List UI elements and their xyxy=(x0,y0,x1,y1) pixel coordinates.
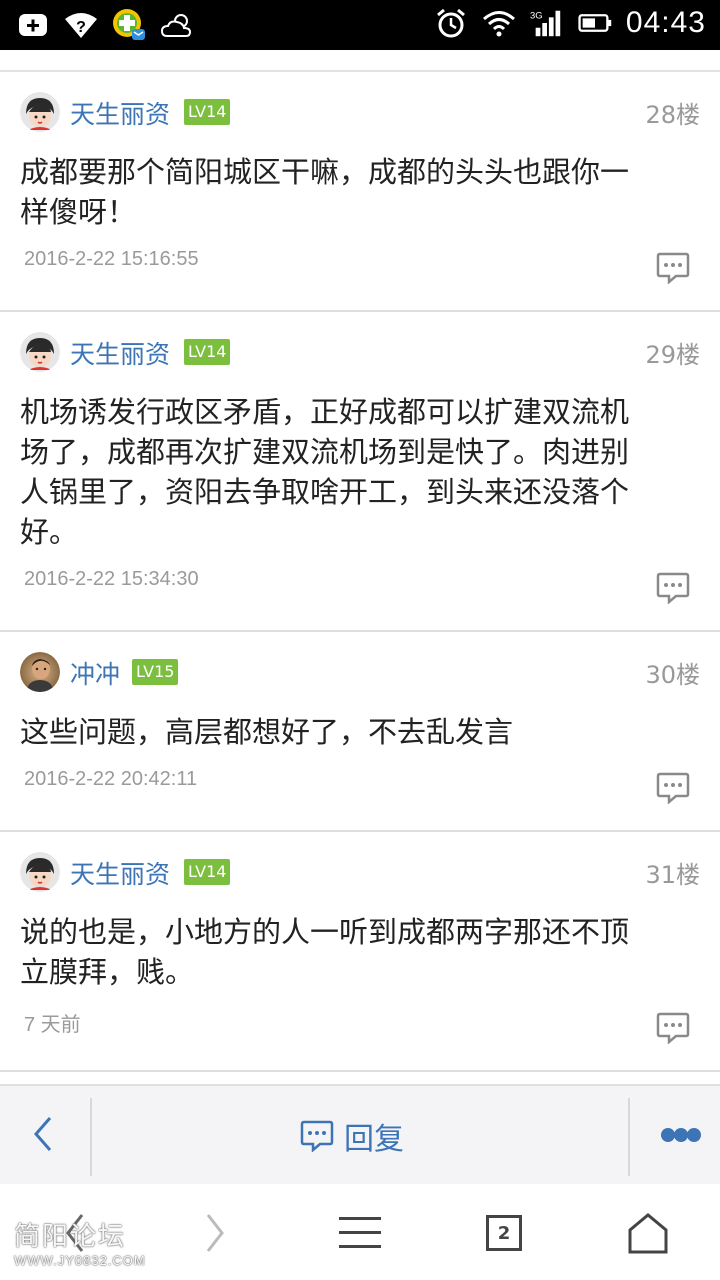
divider xyxy=(628,1098,630,1176)
reply-header: 天生丽资 LV14 28楼 xyxy=(20,92,700,134)
avatar[interactable] xyxy=(20,332,60,372)
level-badge: LV14 xyxy=(184,339,231,365)
status-bar: ? 3G 04:43 xyxy=(0,0,720,50)
cell-signal-icon: 3G xyxy=(530,6,564,40)
add-notification-icon xyxy=(16,8,50,42)
divider xyxy=(90,1098,92,1176)
username-link[interactable]: 天生丽资 xyxy=(70,335,170,371)
avatar[interactable] xyxy=(20,852,60,892)
chevron-right-icon xyxy=(206,1214,224,1252)
forum-watermark: 简阳论坛 WWW.JY0832.COM xyxy=(14,1216,146,1268)
reply-text-line: 场了，成都再次扩建双流机场到是快了。肉进别 xyxy=(20,435,630,469)
browser-nav-bar: 2 简阳论坛 WWW.JY0832.COM xyxy=(0,1184,720,1280)
reply-time: 2016-2-22 15:34:30 xyxy=(24,568,199,590)
avatar[interactable] xyxy=(20,92,60,132)
svg-text:3G: 3G xyxy=(530,10,543,21)
browser-home-button[interactable] xyxy=(623,1208,673,1258)
wifi-question-icon: ? xyxy=(64,8,98,42)
svg-text:?: ? xyxy=(76,19,86,36)
reply-item: 天生丽资 LV14 28楼 成都要那个简阳城区干嘛，成都的头头也跟你一 样傻呀！… xyxy=(0,72,720,312)
reply-text-line: 好。 xyxy=(20,515,79,549)
watermark-url: WWW.JY0832.COM xyxy=(14,1253,146,1268)
wifi-icon xyxy=(482,6,516,40)
reply-item: 天生丽资 LV14 31楼 说的也是，小地方的人一听到成都两字那还不顶 立膜拜，… xyxy=(0,832,720,1072)
reply-header: 冲冲 LV15 30楼 xyxy=(20,652,700,694)
app-update-icon xyxy=(112,8,146,42)
level-badge: LV14 xyxy=(184,859,231,885)
back-arrow-icon[interactable] xyxy=(28,1112,58,1156)
tab-count: 2 xyxy=(486,1215,522,1251)
comment-icon[interactable] xyxy=(656,572,690,604)
weather-cloud-icon xyxy=(160,8,194,42)
reply-text-line: 人锅里了，资阳去争取啥开工，到头来还没落个 xyxy=(20,475,630,509)
browser-tabs-button[interactable]: 2 xyxy=(479,1208,529,1258)
more-options-icon[interactable] xyxy=(660,1126,702,1144)
reply-header: 天生丽资 LV14 29楼 xyxy=(20,332,700,374)
comment-icon[interactable] xyxy=(656,772,690,804)
browser-forward-button[interactable] xyxy=(190,1208,240,1258)
reply-content: 说的也是，小地方的人一听到成都两字那还不顶 立膜拜，贱。 xyxy=(20,912,700,992)
reply-text-line: 立膜拜，贱。 xyxy=(20,955,195,989)
reply-content: 这些问题，高层都想好了，不去乱发言 xyxy=(20,712,700,752)
username-link[interactable]: 天生丽资 xyxy=(70,95,170,131)
comment-icon[interactable] xyxy=(656,1012,690,1044)
username-link[interactable]: 冲冲 xyxy=(70,655,120,691)
home-icon xyxy=(628,1213,668,1254)
reply-text-line: 这些问题，高层都想好了，不去乱发言 xyxy=(20,715,514,749)
username-link[interactable]: 天生丽资 xyxy=(70,855,170,891)
avatar[interactable] xyxy=(20,652,60,692)
battery-icon xyxy=(578,6,612,40)
watermark-title: 简阳论坛 xyxy=(14,1222,127,1252)
reply-content: 成都要那个简阳城区干嘛，成都的头头也跟你一 样傻呀！ xyxy=(20,152,700,232)
menu-icon xyxy=(339,1217,381,1248)
reply-action-bar: 回复 xyxy=(0,1084,720,1184)
reply-text-line: 说的也是，小地方的人一听到成都两字那还不顶 xyxy=(20,915,630,949)
reply-time: 2016-2-22 20:42:11 xyxy=(24,768,198,790)
reply-text-line: 样傻呀！ xyxy=(20,195,137,229)
reply-text-line: 成都要那个简阳城区干嘛，成都的头头也跟你一 xyxy=(20,155,630,189)
alarm-clock-icon xyxy=(434,6,468,40)
reply-content: 机场诱发行政区矛盾，正好成都可以扩建双流机 场了，成都再次扩建双流机场到是快了。… xyxy=(20,392,700,552)
floor-number: 31楼 xyxy=(645,861,700,889)
reply-list: 天生丽资 LV14 28楼 成都要那个简阳城区干嘛，成都的头头也跟你一 样傻呀！… xyxy=(0,50,720,1084)
browser-menu-button[interactable] xyxy=(335,1208,385,1258)
reply-button[interactable]: 回复 xyxy=(300,1112,404,1160)
level-badge: LV15 xyxy=(132,659,179,685)
floor-number: 29楼 xyxy=(645,341,700,369)
reply-header: 天生丽资 LV14 31楼 xyxy=(20,852,700,894)
comment-icon[interactable] xyxy=(656,252,690,284)
level-badge: LV14 xyxy=(184,99,231,125)
floor-number: 28楼 xyxy=(645,101,700,129)
reply-item: 冲冲 LV15 30楼 这些问题，高层都想好了，不去乱发言 2016-2-22 … xyxy=(0,632,720,832)
reply-time: 2016-2-22 15:16:55 xyxy=(24,248,199,270)
reply-text-line: 机场诱发行政区矛盾，正好成都可以扩建双流机 xyxy=(20,395,630,429)
floor-number: 30楼 xyxy=(645,661,700,689)
reply-label: 回复 xyxy=(344,1122,404,1157)
comment-icon xyxy=(300,1120,334,1152)
reply-time: 7 天前 xyxy=(24,1014,81,1036)
reply-item: 天生丽资 LV14 29楼 机场诱发行政区矛盾，正好成都可以扩建双流机 场了，成… xyxy=(0,312,720,632)
status-time: 04:43 xyxy=(625,6,706,39)
